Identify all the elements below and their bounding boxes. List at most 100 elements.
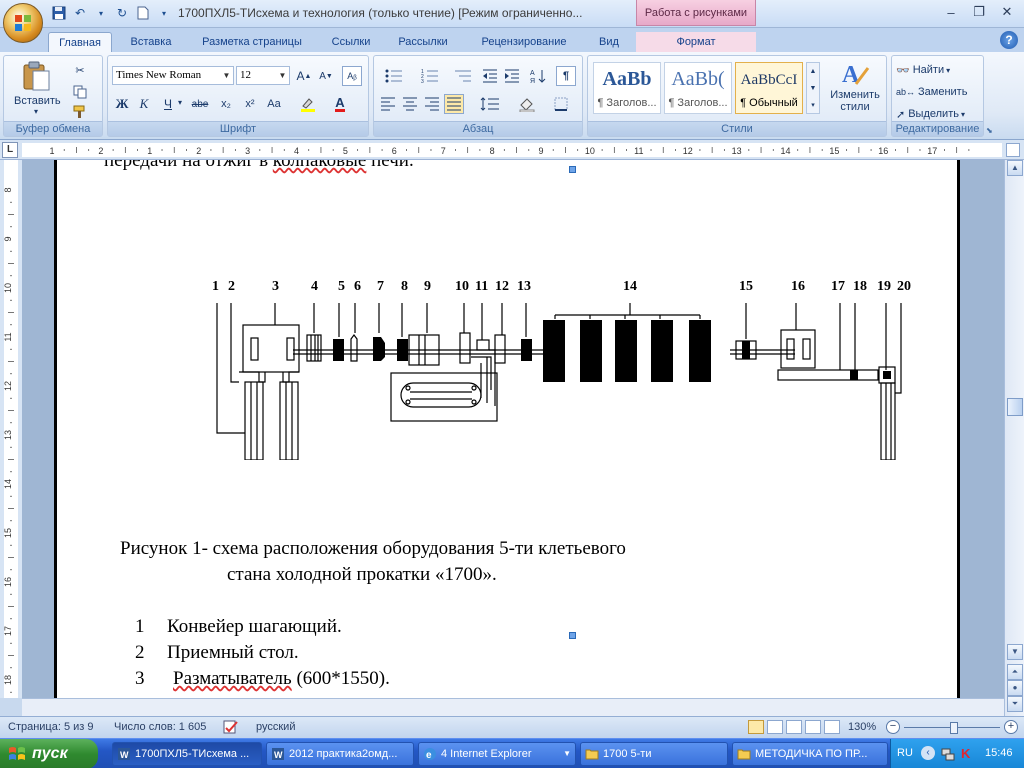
change-case-button[interactable]: Aa — [264, 94, 284, 114]
tab-insert[interactable]: Вставка — [120, 32, 182, 52]
page-indicator[interactable]: Страница: 5 из 9 — [8, 721, 94, 733]
taskbar-item-practice[interactable]: W 2012 практика2омд... — [266, 742, 414, 766]
style-heading2-card[interactable]: AaBb( ¶ Заголов... — [664, 62, 732, 114]
tab-mailings[interactable]: Рассылки — [388, 32, 458, 52]
view-ruler-icon[interactable] — [1006, 143, 1020, 157]
save-icon[interactable] — [50, 4, 68, 22]
scroll-up-icon[interactable]: ▲ — [1007, 160, 1023, 176]
subscript-button[interactable]: x₂ — [216, 94, 236, 114]
clock[interactable]: 15:46 — [985, 747, 1013, 759]
close-button[interactable]: ✕ — [994, 3, 1020, 21]
new-document-icon[interactable] — [134, 4, 152, 22]
language-bar[interactable]: RU — [897, 747, 913, 759]
line-spacing-icon[interactable] — [474, 94, 506, 114]
minimize-button[interactable]: – — [938, 3, 964, 21]
zoom-slider-thumb[interactable] — [950, 722, 958, 734]
superscript-button[interactable]: x² — [240, 94, 260, 114]
font-color-icon[interactable]: A — [330, 94, 350, 114]
decrease-indent-icon[interactable] — [480, 66, 500, 86]
highlight-icon[interactable] — [298, 94, 318, 114]
tab-selector[interactable]: L — [2, 142, 18, 158]
next-page-icon[interactable]: ⏷ — [1007, 696, 1023, 712]
tab-review[interactable]: Рецензирование — [466, 32, 582, 52]
shrink-font-icon[interactable]: A ▼ — [316, 66, 336, 86]
dropdown-small-icon[interactable]: ▾ — [92, 4, 110, 22]
vertical-ruler[interactable]: 8 9 10 11 12 13 14 15 16 17 18 — [4, 160, 18, 698]
previous-page-icon[interactable]: ⏶ — [1007, 664, 1023, 680]
browse-object-icon[interactable]: ● — [1007, 680, 1023, 696]
dialog-launcher-icon[interactable]: ⬊ — [986, 126, 993, 135]
customize-qat-icon[interactable]: ▾ — [155, 4, 173, 22]
taskbar-item-word[interactable]: W 1700ПХЛ5-ТИсхема ... — [112, 742, 262, 766]
restore-button[interactable]: ❐ — [966, 3, 992, 21]
draft-icon[interactable] — [824, 720, 840, 734]
equipment-layout-diagram[interactable]: 1 2 3 4 5 6 7 8 9 10 11 12 13 14 15 16 1… — [205, 275, 925, 460]
tab-home[interactable]: Главная — [48, 32, 112, 52]
full-screen-reading-icon[interactable] — [767, 720, 783, 734]
start-button[interactable]: пуск — [0, 739, 98, 768]
redo-icon[interactable]: ↻ — [113, 4, 131, 22]
antivirus-icon[interactable]: K — [961, 746, 970, 761]
vertical-scrollbar[interactable]: ▲ ▼ ⏶ ● ⏷ — [1004, 160, 1024, 716]
web-layout-icon[interactable] — [786, 720, 802, 734]
strikethrough-button[interactable]: abe — [190, 94, 210, 114]
tab-view[interactable]: Вид — [590, 32, 628, 52]
undo-icon[interactable]: ↶ — [71, 4, 89, 22]
borders-icon[interactable] — [546, 94, 576, 114]
zoom-level[interactable]: 130% — [848, 721, 876, 733]
scrollbar-thumb[interactable] — [1007, 398, 1023, 416]
replace-button[interactable]: ab↔ Заменить — [896, 82, 967, 102]
tray-arrow-icon[interactable]: ‹ — [921, 746, 935, 760]
underline-button[interactable]: Ч — [158, 94, 178, 114]
office-button[interactable] — [3, 3, 43, 43]
numbering-icon[interactable]: 123 — [414, 66, 446, 86]
scroll-down-icon[interactable]: ▼ — [1007, 644, 1023, 660]
sort-icon[interactable]: AЯ — [528, 66, 548, 86]
horizontal-ruler[interactable]: 1 2 1 2 3 4 5 6 7 8 9 10 11 12 13 14 15 16 17 — [22, 143, 1002, 157]
bullets-icon[interactable] — [378, 66, 410, 86]
cut-icon[interactable]: ✂ — [70, 60, 90, 80]
show-marks-icon[interactable]: ¶ — [556, 66, 576, 86]
zoom-in-icon[interactable]: + — [1004, 720, 1018, 734]
language-indicator[interactable]: русский — [256, 721, 295, 733]
taskbar-item-methodichka[interactable]: МЕТОДИЧКА ПО ПР... — [732, 742, 888, 766]
horizontal-scrollbar[interactable] — [22, 698, 1004, 716]
word-count[interactable]: Число слов: 1 605 — [114, 721, 206, 733]
change-styles-button[interactable]: A Изменить стили — [826, 60, 884, 120]
network-icon[interactable] — [941, 747, 955, 764]
help-icon[interactable]: ? — [1000, 31, 1018, 49]
picture-resize-handle[interactable] — [569, 166, 576, 173]
justify-icon[interactable] — [444, 94, 464, 114]
grow-font-icon[interactable]: A ▲ — [294, 66, 314, 86]
picture-resize-handle-bottom[interactable] — [569, 632, 576, 639]
outline-icon[interactable] — [805, 720, 821, 734]
increase-indent-icon[interactable] — [502, 66, 522, 86]
align-left-icon[interactable] — [378, 94, 398, 114]
taskbar-item-internet-explorer[interactable]: e 4 Internet Explorer ▼ — [418, 742, 576, 766]
print-layout-icon[interactable] — [748, 720, 764, 734]
tab-references[interactable]: Ссылки — [322, 32, 380, 52]
style-heading1-card[interactable]: AaBb ¶ Заголов... — [593, 62, 661, 114]
taskbar-item-folder[interactable]: 1700 5-ти — [580, 742, 728, 766]
clear-formatting-icon[interactable]: Aᵦ — [342, 66, 362, 86]
proofing-icon[interactable] — [222, 719, 240, 738]
find-button[interactable]: 👓 Найти ▾ — [896, 60, 950, 80]
document-page[interactable]: передачи на отжиг в колпаковые печи. 1 2… — [54, 160, 960, 698]
styles-scroll[interactable]: ▲ ▼ ▾ — [806, 62, 820, 114]
zoom-out-icon[interactable]: − — [886, 720, 900, 734]
font-name-combo[interactable]: Times New Roman ▼ — [112, 66, 234, 85]
align-center-icon[interactable] — [400, 94, 420, 114]
underline-dropdown-icon[interactable]: ▾ — [178, 98, 182, 107]
style-normal-card[interactable]: AaBbCcI ¶ Обычный — [735, 62, 803, 114]
format-painter-icon[interactable] — [70, 102, 90, 122]
italic-button[interactable]: К — [134, 94, 154, 114]
shading-icon[interactable] — [512, 94, 542, 114]
multilevel-list-icon[interactable] — [450, 66, 476, 86]
bold-button[interactable]: Ж — [112, 94, 132, 114]
tab-format[interactable]: Формат — [636, 32, 756, 52]
paste-button[interactable]: Вставить ▾ — [14, 60, 61, 116]
tab-page-layout[interactable]: Разметка страницы — [190, 32, 314, 52]
align-right-icon[interactable] — [422, 94, 442, 114]
copy-icon[interactable] — [70, 82, 90, 102]
font-size-combo[interactable]: 12 ▼ — [236, 66, 290, 85]
